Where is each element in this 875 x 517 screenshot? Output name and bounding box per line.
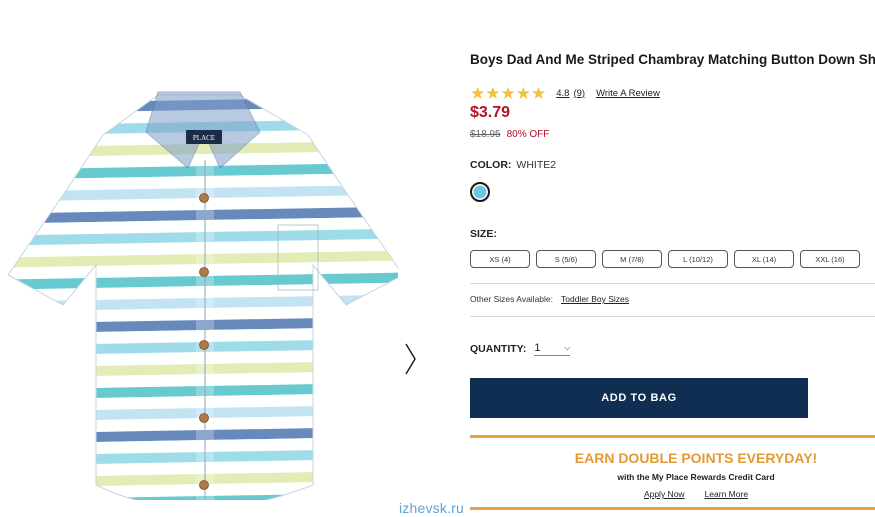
shirt-button-detail [199, 413, 209, 423]
promo-title: EARN DOUBLE POINTS EVERYDAY! [574, 450, 818, 466]
apply-now-link[interactable]: Apply Now [644, 489, 685, 499]
quantity-value: 1 [534, 342, 541, 354]
color-label-row: COLOR: WHITE2 [470, 159, 556, 171]
chevron-down-icon: ⌵ [564, 343, 571, 352]
divider [470, 283, 875, 284]
shirt-button-detail [199, 340, 209, 350]
product-title: Boys Dad And Me Striped Chambray Matchin… [470, 52, 875, 67]
rating-value[interactable]: 4.8 [556, 88, 569, 99]
size-options: XS (4) S (5/6) M (7/8) L (10/12) XL (14)… [470, 250, 866, 268]
sale-price: $3.79 [470, 104, 511, 121]
discount-badge: 80% OFF [506, 129, 550, 140]
rating-count[interactable]: (9) [573, 88, 585, 99]
promo-links: Apply Now Learn More [470, 489, 875, 499]
product-image-gallery: PLACE [0, 70, 440, 510]
color-value: WHITE2 [516, 159, 557, 171]
price-row: $18.95 80% OFF [470, 129, 549, 140]
size-option-xl[interactable]: XL (14) [734, 250, 794, 268]
promo-subtitle: with the My Place Rewards Credit Card [617, 472, 775, 482]
original-price: $18.95 [470, 129, 501, 140]
chevron-right-icon[interactable] [403, 341, 419, 377]
write-review-link[interactable]: Write A Review [596, 88, 660, 99]
star-rating[interactable]: ★ ★ ★ ★ ★ [470, 85, 546, 102]
size-option-l[interactable]: L (10/12) [668, 250, 728, 268]
shirt-button-detail [199, 267, 209, 277]
quantity-label: QUANTITY: [470, 342, 527, 355]
color-swatch[interactable] [470, 182, 490, 202]
size-option-s[interactable]: S (5/6) [536, 250, 596, 268]
star-icon: ★ [531, 83, 547, 103]
quantity-row: QUANTITY: 1 ⌵ [470, 341, 571, 356]
star-icon: ★ [485, 83, 501, 103]
star-icon: ★ [470, 83, 486, 103]
watermark-text: izhevsk.ru [399, 500, 465, 516]
product-image[interactable]: PLACE [8, 80, 398, 500]
star-icon: ★ [500, 83, 516, 103]
shirt-button-detail [199, 193, 209, 203]
other-sizes-row: Other Sizes Available: Toddler Boy Sizes [470, 294, 629, 304]
shirt-button-detail [199, 480, 209, 490]
size-option-xxl[interactable]: XXL (16) [800, 250, 860, 268]
toddler-sizes-link[interactable]: Toddler Boy Sizes [561, 294, 629, 304]
size-label: SIZE: [470, 228, 497, 240]
brand-label: PLACE [193, 134, 215, 142]
promo-divider [470, 507, 875, 510]
color-label: COLOR: [470, 159, 512, 171]
promo-divider [470, 435, 875, 438]
star-icon: ★ [515, 83, 531, 103]
learn-more-link[interactable]: Learn More [705, 489, 748, 499]
add-to-bag-button[interactable]: ADD TO BAG [470, 378, 808, 418]
size-option-xs[interactable]: XS (4) [470, 250, 530, 268]
divider [470, 316, 875, 317]
size-option-m[interactable]: M (7/8) [602, 250, 662, 268]
other-sizes-label: Other Sizes Available: [470, 294, 553, 304]
quantity-select[interactable]: 1 ⌵ [534, 341, 571, 356]
rating-row: ★ ★ ★ ★ ★ 4.8 (9) Write A Review [470, 84, 660, 102]
